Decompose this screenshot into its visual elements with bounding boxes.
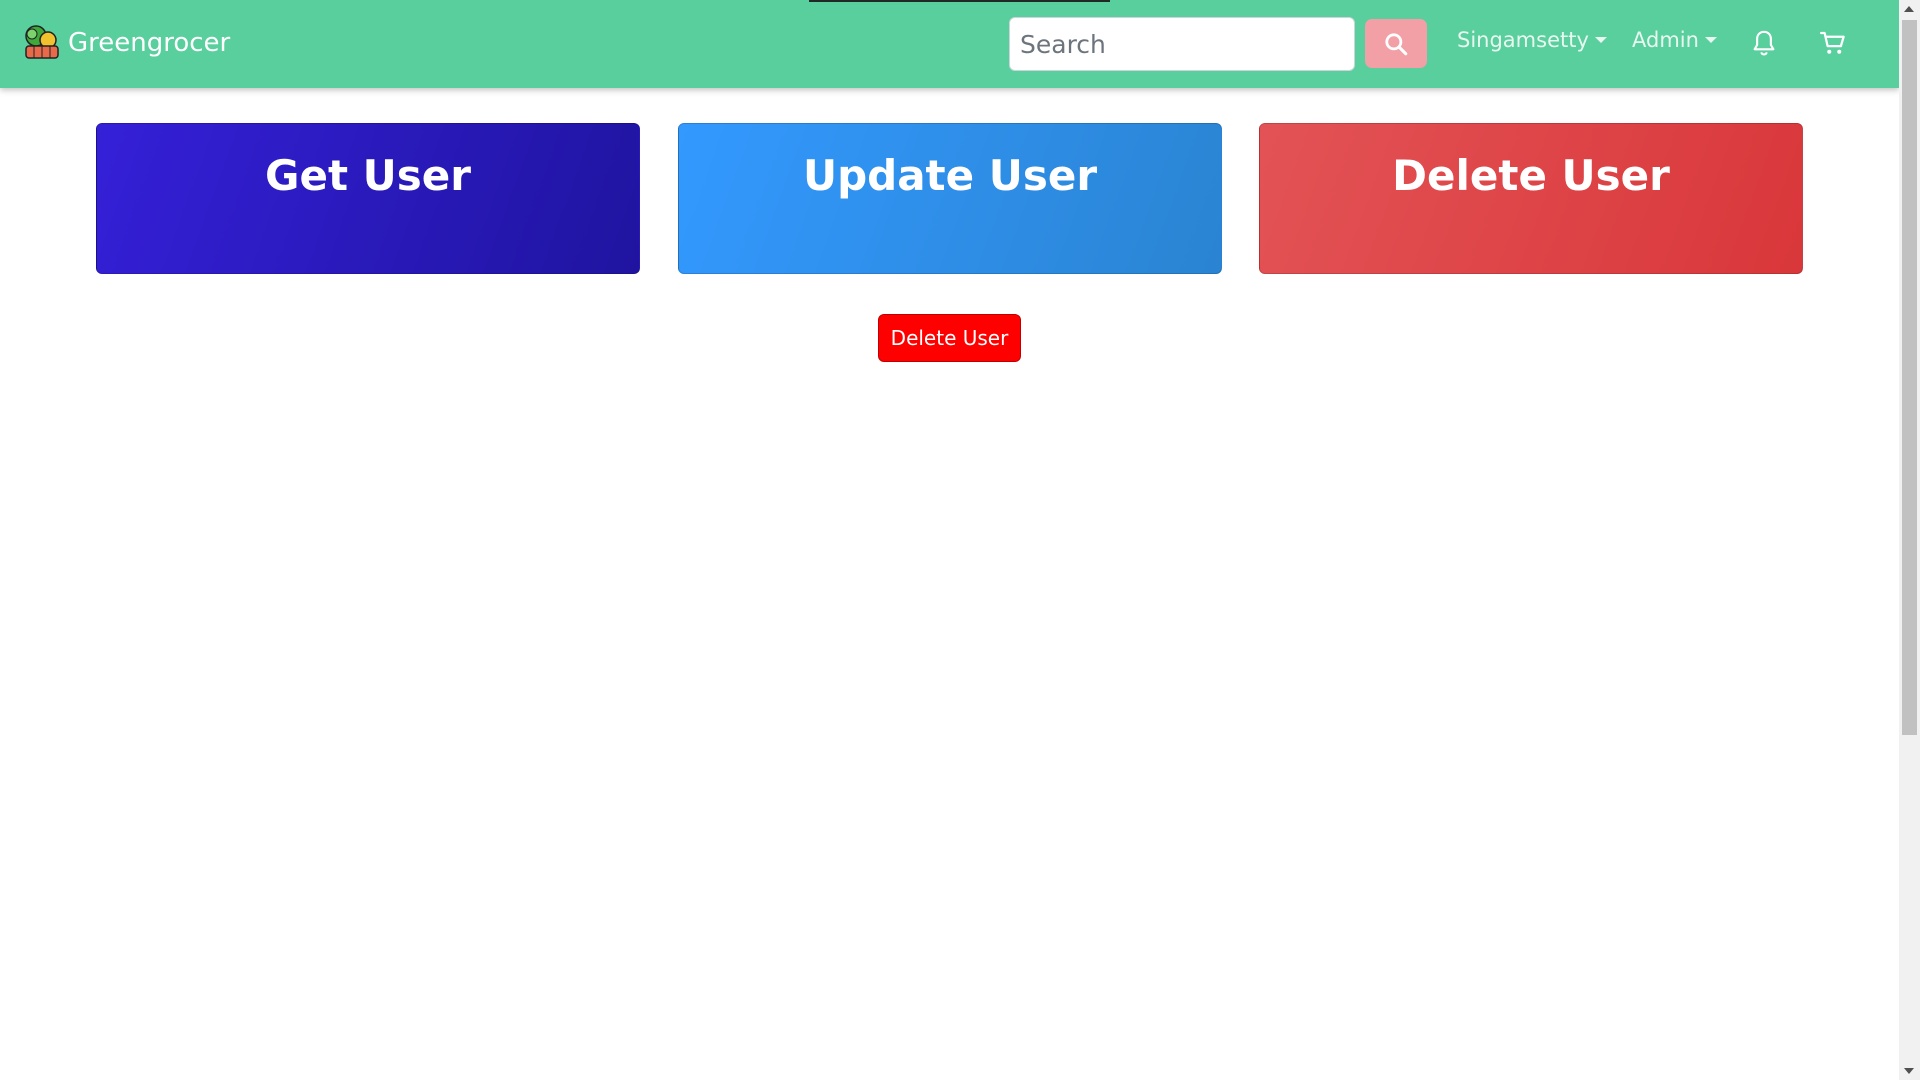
scrollbar-thumb[interactable] xyxy=(1902,20,1917,735)
delete-user-card[interactable]: Delete User xyxy=(1259,123,1803,274)
get-user-card[interactable]: Get User xyxy=(96,123,640,274)
search-button[interactable] xyxy=(1365,19,1427,68)
delete-user-button[interactable]: Delete User xyxy=(878,314,1021,362)
chevron-down-icon xyxy=(1594,37,1607,43)
delete-user-card-title: Delete User xyxy=(1392,151,1670,200)
navbar: Greengrocer Singamsetty Admin xyxy=(0,0,1899,88)
search-icon xyxy=(1385,32,1408,55)
user-menu-dropdown[interactable]: Singamsetty xyxy=(1457,28,1607,52)
top-divider xyxy=(809,0,1110,2)
search-input[interactable] xyxy=(1009,17,1355,71)
get-user-card-title: Get User xyxy=(265,151,471,200)
vertical-scrollbar[interactable] xyxy=(1899,0,1920,1080)
scroll-down-arrow-icon[interactable] xyxy=(1904,1068,1914,1074)
scroll-up-arrow-icon[interactable] xyxy=(1904,6,1914,12)
brand-link[interactable]: Greengrocer xyxy=(20,22,230,64)
update-user-card-title: Update User xyxy=(802,151,1098,200)
admin-menu-dropdown[interactable]: Admin xyxy=(1632,28,1717,52)
page: Greengrocer Singamsetty Admin xyxy=(0,0,1920,1080)
admin-menu-label: Admin xyxy=(1632,28,1699,52)
brand-name: Greengrocer xyxy=(68,28,231,58)
user-menu-label: Singamsetty xyxy=(1457,28,1589,52)
bell-icon[interactable] xyxy=(1749,28,1779,58)
cart-icon[interactable] xyxy=(1818,28,1848,58)
vegetable-basket-icon xyxy=(25,25,59,59)
chevron-down-icon xyxy=(1704,37,1717,43)
update-user-card[interactable]: Update User xyxy=(678,123,1222,274)
